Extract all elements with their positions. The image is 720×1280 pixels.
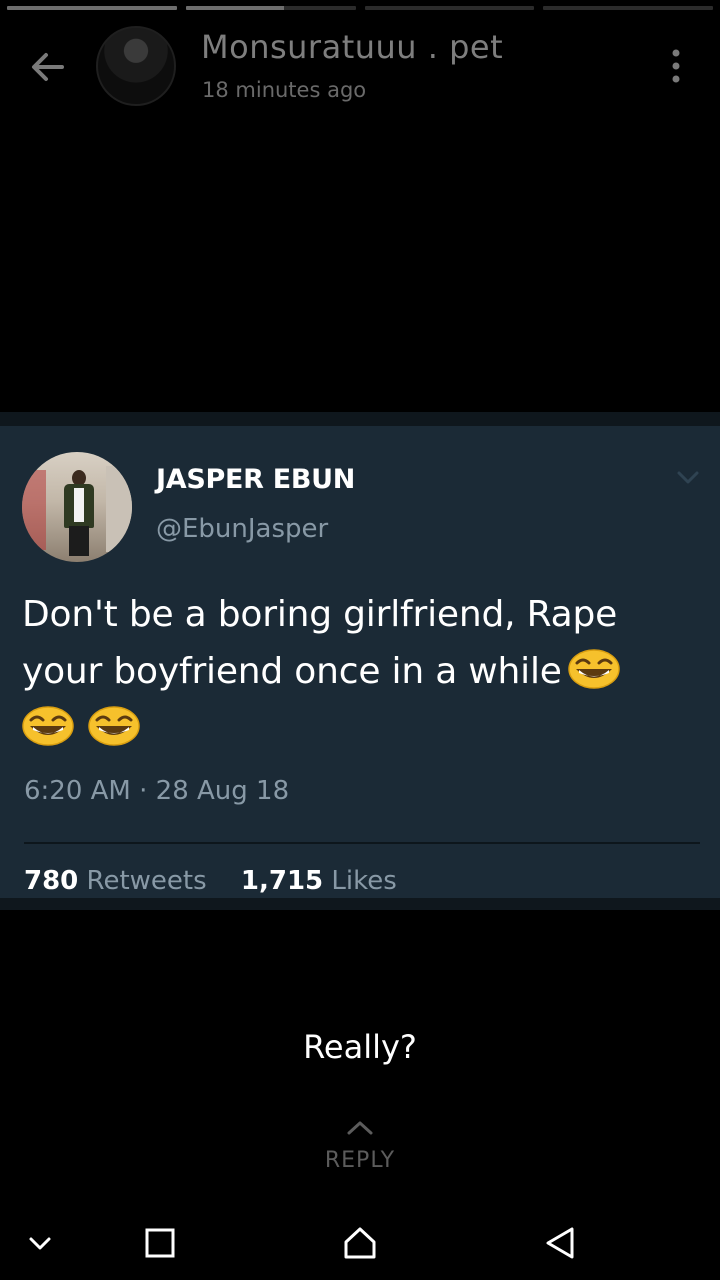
tweet-text: Don't be a boring girlfriend, Rape your … (22, 586, 698, 757)
tweet-screenshot: JASPER EBUN @EbunJasper Don't be a borin… (0, 412, 720, 910)
arrow-left-icon (32, 53, 64, 81)
avatar-person (69, 526, 89, 556)
poster-avatar[interactable] (96, 26, 176, 106)
progress-segment (364, 6, 535, 10)
more-vertical-icon (672, 49, 680, 83)
grinning-face-with-smiling-eyes-icon (22, 706, 74, 746)
post-timestamp: 18 minutes ago (202, 78, 367, 102)
story-caption: Really? (303, 1028, 417, 1066)
progress-segment (185, 6, 356, 10)
retweets-count: 780 (24, 866, 79, 896)
likes-count: 1,715 (240, 866, 324, 896)
avatar-background (22, 470, 46, 550)
tweet-divider (24, 842, 700, 844)
tweet-avatar (22, 452, 132, 562)
reply-button[interactable]: REPLY (0, 1148, 720, 1173)
grinning-face-with-smiling-eyes-icon (567, 649, 620, 689)
navigation-bar (0, 1205, 720, 1280)
chevron-down-icon[interactable] (20, 1223, 60, 1263)
chevron-down-icon (677, 471, 699, 484)
progress-fill (7, 6, 177, 10)
avatar-background (106, 466, 132, 552)
emoji-row (16, 706, 140, 749)
home-icon[interactable] (340, 1223, 380, 1263)
tweet-stats: 780 Retweets 1,715 Likes (24, 866, 423, 896)
avatar-person (74, 488, 84, 522)
more-options-button[interactable] (664, 48, 688, 84)
progress-segment (543, 6, 713, 10)
tweet-body: Don't be a boring girlfriend, Rape your … (22, 594, 618, 692)
progress-fill (185, 6, 285, 10)
triangle-back-icon[interactable] (540, 1223, 580, 1263)
tweet-display-name: JASPER EBUN (156, 464, 356, 495)
chevron-up-icon[interactable] (346, 1120, 374, 1136)
grinning-face-with-smiling-eyes-icon (88, 706, 140, 746)
back-button[interactable] (26, 46, 70, 90)
story-progress-bars (7, 6, 713, 10)
tweet-timestamp: 6:20 AM · 28 Aug 18 (24, 776, 290, 806)
tweet-handle: @EbunJasper (156, 514, 329, 544)
poster-name[interactable]: Monsuratuuu . pet (201, 28, 503, 66)
likes-label: Likes (331, 866, 397, 896)
square-icon[interactable] (140, 1223, 180, 1263)
progress-segment (7, 6, 177, 10)
retweets-label: Retweets (86, 866, 207, 896)
story-viewer: Monsuratuuu . pet 18 minutes ago JASPER … (0, 0, 720, 1280)
